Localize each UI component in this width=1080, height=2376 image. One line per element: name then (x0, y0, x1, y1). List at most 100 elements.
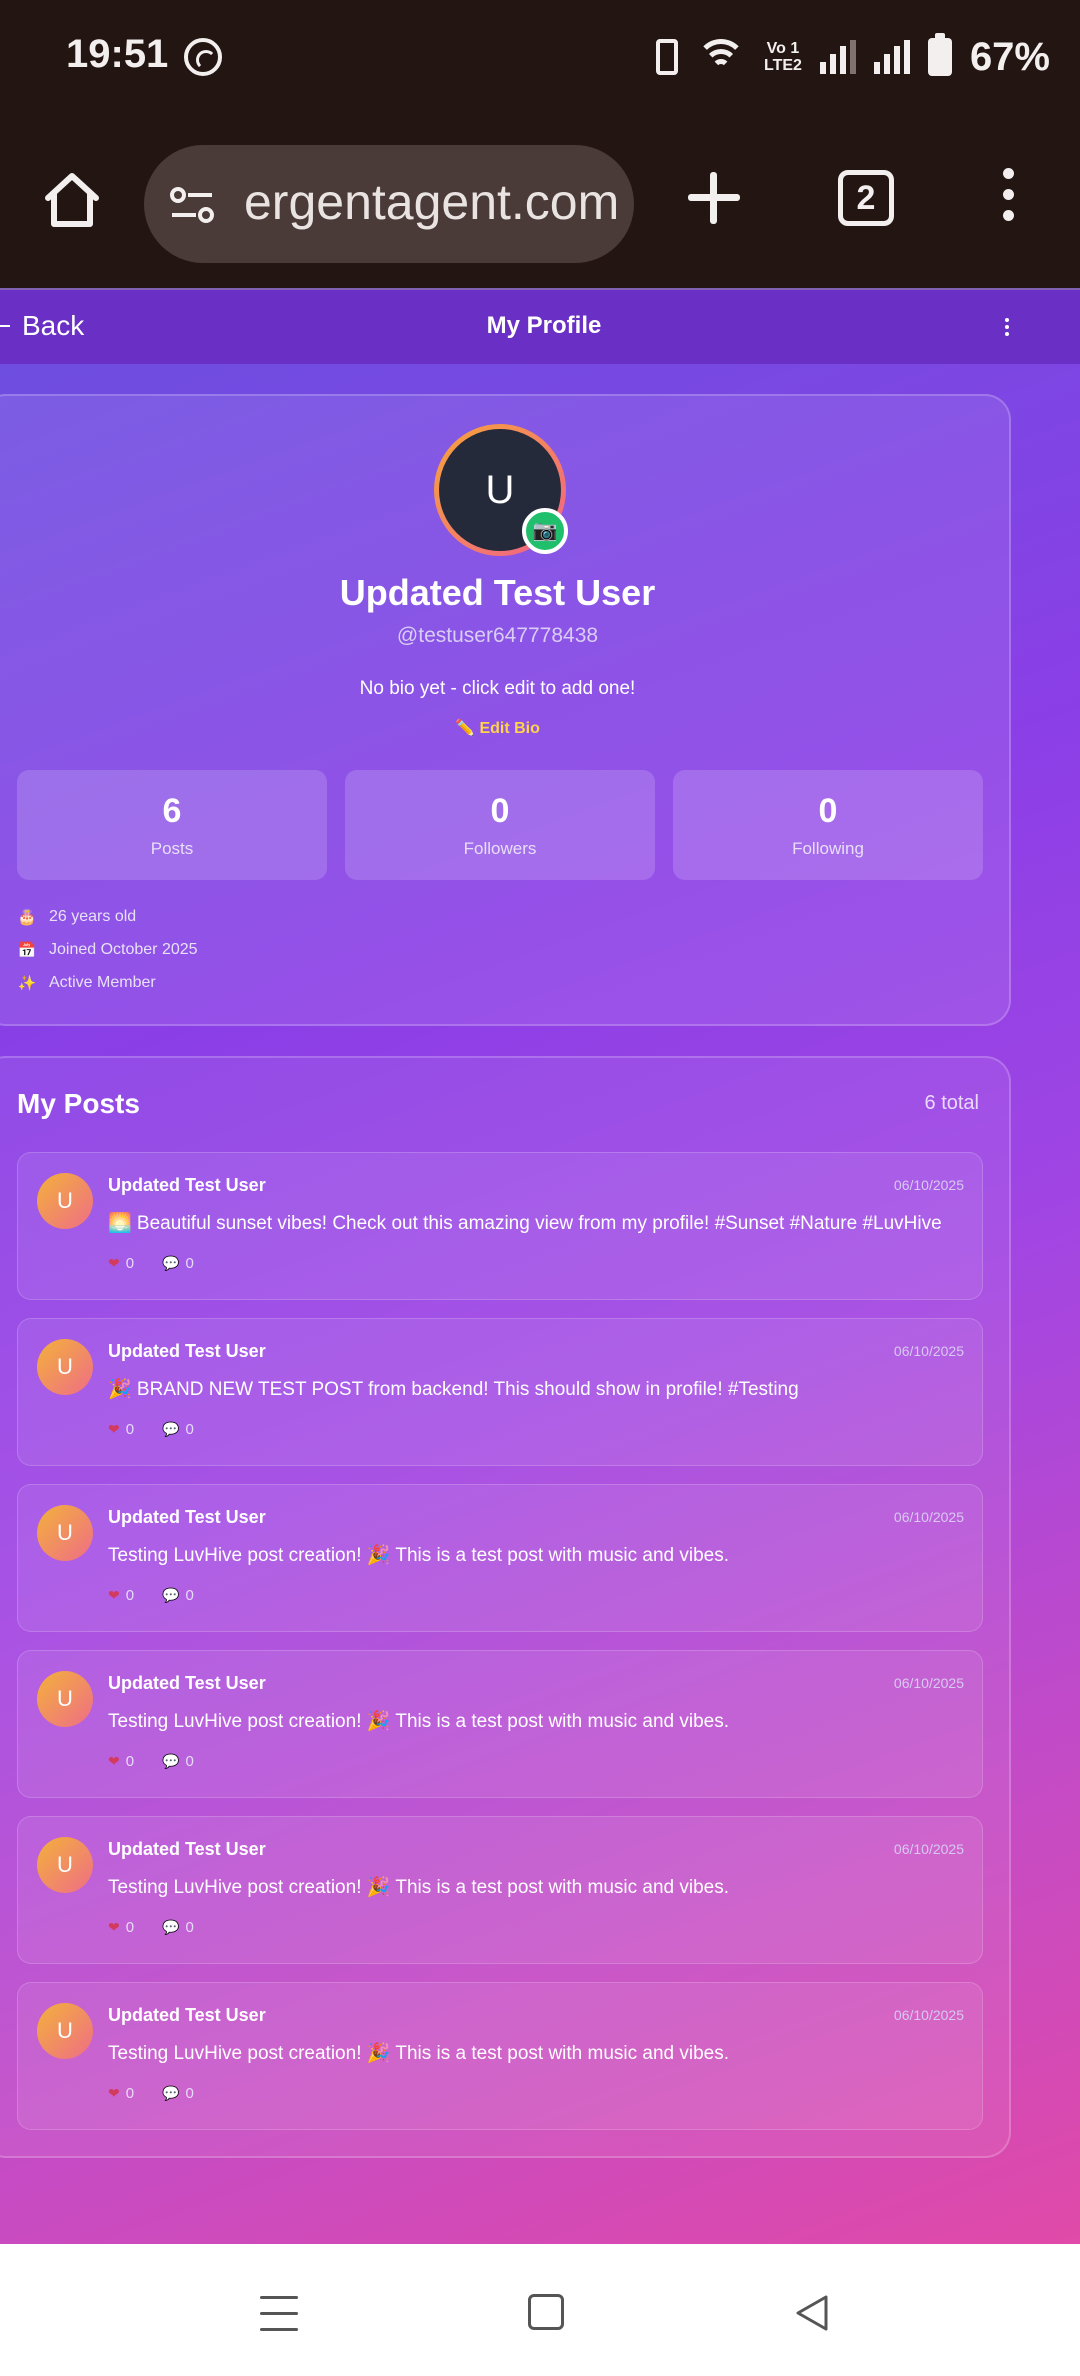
like-button[interactable]: ❤ 0 (108, 1255, 134, 1272)
comment-icon: 💬 (162, 1919, 180, 1935)
meta-text: 26 years old (49, 908, 137, 925)
meta-text: Active Member (49, 974, 156, 991)
post-date: 06/10/2025 (893, 1343, 964, 1359)
stat-posts[interactable]: 6 Posts (17, 770, 327, 880)
profile-card: U 📷 Updated Test User @testuser647778438… (0, 394, 1011, 1026)
post-author[interactable]: Updated Test User (108, 1507, 266, 1528)
comment-button[interactable]: 💬 0 (162, 1919, 194, 1936)
stat-label: Followers (463, 839, 537, 858)
post-date: 06/10/2025 (893, 1509, 964, 1525)
tabs-button[interactable]: 2 (838, 170, 894, 226)
post-avatar[interactable]: U (37, 1505, 93, 1561)
post-actions: ❤ 0 💬 0 (108, 1919, 194, 1936)
post-author[interactable]: Updated Test User (108, 1341, 266, 1362)
wifi-icon (696, 37, 746, 77)
comment-count: 0 (185, 1421, 194, 1438)
meta-age: 🎂 26 years old (17, 908, 137, 926)
like-count: 0 (125, 1587, 135, 1604)
stat-value: 0 (818, 792, 838, 830)
post-card[interactable]: U Updated Test User 06/10/2025 Testing L… (17, 1816, 983, 1964)
post-text: Testing LuvHive post creation! 🎉 This is… (108, 1545, 730, 1566)
clock: 19:51 (66, 32, 169, 76)
username: @testuser647778438 (396, 624, 599, 647)
more-icon[interactable] (996, 168, 1020, 230)
post-avatar[interactable]: U (37, 1837, 93, 1893)
comment-button[interactable]: 💬 0 (162, 1255, 194, 1272)
comment-icon: 💬 (162, 1255, 180, 1271)
lte-label-bottom: LTE2 (764, 57, 802, 74)
display-name: Updated Test User (339, 572, 656, 613)
new-tab-icon[interactable] (686, 170, 742, 226)
like-button[interactable]: ❤ 0 (108, 1421, 134, 1438)
heart-icon: ❤ (108, 1587, 120, 1603)
post-author[interactable]: Updated Test User (108, 2005, 266, 2026)
url-text: ergentagent.com (244, 174, 620, 230)
post-date: 06/10/2025 (893, 1675, 964, 1691)
heart-icon: ❤ (108, 1919, 120, 1935)
post-date: 06/10/2025 (893, 1841, 964, 1857)
edit-bio-button[interactable]: ✏️ Edit Bio (0, 718, 1013, 738)
like-button[interactable]: ❤ 0 (108, 2085, 134, 2102)
comment-count: 0 (185, 2085, 194, 2102)
address-bar[interactable]: ergentagent.com (144, 145, 634, 263)
battery-percent: 67% (969, 34, 1050, 79)
comment-button[interactable]: 💬 0 (162, 1587, 194, 1604)
like-button[interactable]: ❤ 0 (108, 1587, 134, 1604)
post-author[interactable]: Updated Test User (108, 1175, 266, 1196)
like-count: 0 (125, 1919, 135, 1936)
stat-followers[interactable]: 0 Followers (345, 770, 655, 880)
post-author[interactable]: Updated Test User (108, 1673, 266, 1694)
site-settings-icon[interactable] (168, 185, 216, 225)
like-count: 0 (125, 1255, 135, 1272)
app-header: Back My Profile (0, 288, 1080, 364)
posts-section: My Posts 6 total U Updated Test User 06/… (0, 1056, 1011, 2158)
meta-joined: 📅 Joined October 2025 (17, 941, 198, 959)
stat-label: Following (792, 839, 864, 858)
like-count: 0 (125, 1753, 135, 1770)
like-button[interactable]: ❤ 0 (108, 1753, 134, 1770)
status-icons: Vo 1 LTE2 67% (656, 32, 1050, 82)
vibrate-icon (656, 39, 678, 75)
post-avatar[interactable]: U (37, 1173, 93, 1229)
post-card[interactable]: U Updated Test User 06/10/2025 Testing L… (17, 1484, 983, 1632)
post-date: 06/10/2025 (893, 1177, 964, 1193)
post-date: 06/10/2025 (893, 2007, 964, 2023)
like-count: 0 (125, 2085, 135, 2102)
posts-title: My Posts (17, 1088, 140, 1119)
page-title: My Profile (486, 312, 602, 339)
post-text: Testing LuvHive post creation! 🎉 This is… (108, 2043, 730, 2064)
post-text: Testing LuvHive post creation! 🎉 This is… (108, 1877, 730, 1898)
heart-icon: ❤ (108, 2085, 120, 2101)
post-card[interactable]: U Updated Test User 06/10/2025 🎉 BRAND N… (17, 1318, 983, 1466)
stat-following[interactable]: 0 Following (673, 770, 983, 880)
comment-button[interactable]: 💬 0 (162, 2085, 194, 2102)
meta-text: Joined October 2025 (49, 941, 198, 958)
nav-back-icon[interactable] (794, 2294, 830, 2332)
comment-icon: 💬 (162, 1587, 180, 1603)
more-options-icon[interactable] (1003, 318, 1011, 339)
web-page: Back My Profile U 📷 Updated Test User @t… (0, 288, 1080, 2244)
post-actions: ❤ 0 💬 0 (108, 1421, 194, 1438)
comment-button[interactable]: 💬 0 (162, 1753, 194, 1770)
calendar-icon: 📅 (17, 942, 37, 959)
comment-button[interactable]: 💬 0 (162, 1421, 194, 1438)
post-avatar[interactable]: U (37, 1671, 93, 1727)
post-card[interactable]: U Updated Test User 06/10/2025 🌅 Beautif… (17, 1152, 983, 1300)
posts-count: 6 total (924, 1092, 979, 1114)
lte-icon: Vo 1 LTE2 (764, 40, 802, 74)
post-avatar[interactable]: U (37, 2003, 93, 2059)
stat-value: 6 (162, 792, 182, 830)
post-avatar[interactable]: U (37, 1339, 93, 1395)
recents-icon[interactable] (260, 2296, 298, 2344)
comment-icon: 💬 (162, 1421, 180, 1437)
camera-icon[interactable]: 📷 (522, 508, 568, 554)
nav-home-icon[interactable] (528, 2294, 564, 2330)
post-author[interactable]: Updated Test User (108, 1839, 266, 1860)
home-icon[interactable] (42, 170, 102, 230)
post-card[interactable]: U Updated Test User 06/10/2025 Testing L… (17, 1982, 983, 2130)
comment-icon: 💬 (162, 1753, 180, 1769)
comment-count: 0 (185, 1587, 194, 1604)
meta-status: ✨ Active Member (17, 974, 156, 992)
post-card[interactable]: U Updated Test User 06/10/2025 Testing L… (17, 1650, 983, 1798)
like-button[interactable]: ❤ 0 (108, 1919, 134, 1936)
